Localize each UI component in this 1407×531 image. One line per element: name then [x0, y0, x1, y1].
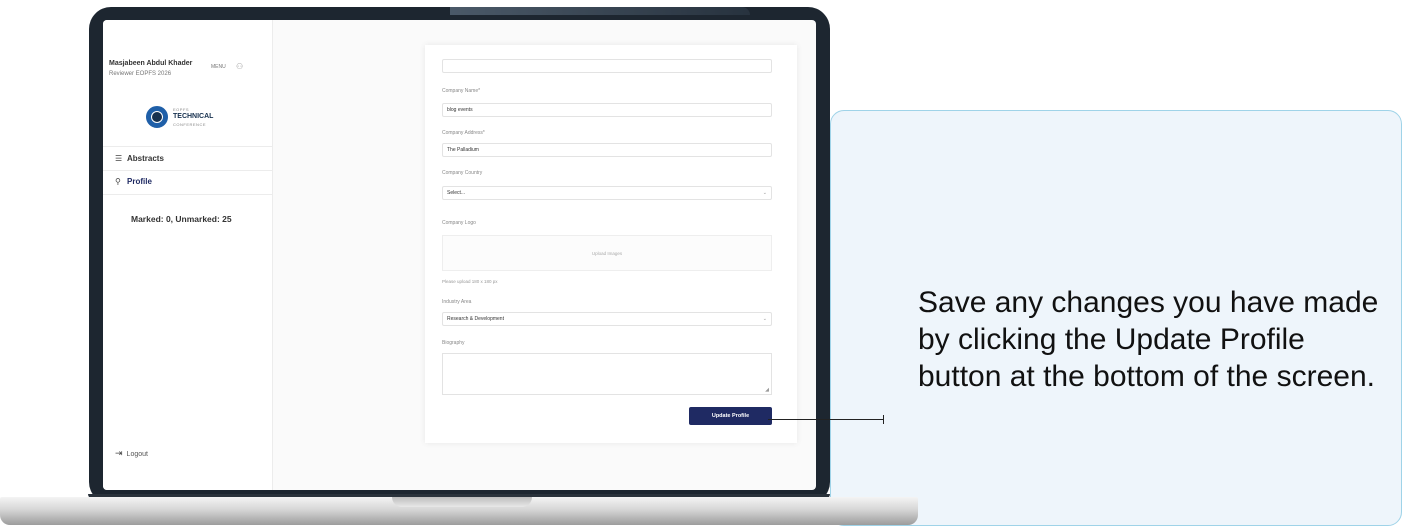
company-country-value: Select...: [447, 190, 466, 196]
biography-label: Biography: [442, 340, 465, 346]
company-logo-label: Company Logo: [442, 220, 476, 226]
sidebar-item-label: Abstracts: [127, 154, 164, 163]
logo-dot-icon: [152, 112, 162, 122]
profile-form-card: Company Name* blog events Company Addres…: [425, 45, 797, 443]
industry-area-value: Research & Development: [447, 316, 504, 322]
biography-textarea[interactable]: ◢: [442, 353, 772, 395]
laptop-screen: Masjabeen Abdul Khader Reviewer EOPFS 20…: [103, 20, 816, 490]
sidebar: Masjabeen Abdul Khader Reviewer EOPFS 20…: [103, 20, 273, 490]
logout-icon: ⇥: [115, 448, 123, 458]
previous-field[interactable]: [442, 59, 772, 73]
company-name-input[interactable]: blog events: [442, 103, 772, 117]
chevron-down-icon: ⌄: [762, 190, 767, 196]
laptop-notch: [392, 497, 532, 507]
nav-divider: [103, 170, 273, 171]
update-profile-button[interactable]: Update Profile: [689, 407, 772, 425]
conference-logo: EOPFS TECHNICAL CONFERENCE: [146, 104, 230, 130]
callout-connector-tick: [883, 415, 884, 424]
stage: Save any changes you have made by clicki…: [0, 0, 1407, 531]
callout-text: Save any changes you have made by clicki…: [918, 286, 1379, 393]
company-country-label: Company Country: [442, 170, 483, 176]
sidebar-item-label: Profile: [127, 177, 152, 186]
company-name-label: Company Name*: [442, 88, 481, 94]
nav-divider: [103, 194, 273, 195]
logo-line-2: TECHNICAL: [173, 113, 214, 120]
company-country-select[interactable]: Select... ⌄: [442, 186, 772, 200]
sidebar-item-profile[interactable]: ⚲ Profile: [115, 177, 152, 186]
company-logo-upload[interactable]: Upload Images: [442, 235, 772, 271]
callout-connector-line: [768, 419, 884, 420]
review-counter: Marked: 0, Unmarked: 25: [131, 214, 232, 224]
company-address-input[interactable]: The Palladium: [442, 143, 772, 157]
logout-button[interactable]: ⇥ Logout: [115, 448, 148, 459]
bezel-glare: [450, 7, 750, 15]
user-name: Masjabeen Abdul Khader: [109, 60, 193, 67]
list-icon: ☰: [115, 154, 123, 163]
industry-area-label: Industry Area: [442, 299, 472, 305]
logo-line-3: CONFERENCE: [173, 122, 207, 127]
logo-size-hint: Please upload 180 x 180 px: [442, 279, 498, 284]
chevron-down-icon: ⌄: [762, 316, 767, 322]
logo-line-1: EOPFS: [173, 107, 190, 112]
user-menu-button[interactable]: MENU: [211, 64, 226, 70]
industry-area-select[interactable]: Research & Development ⌄: [442, 312, 772, 326]
user-icon[interactable]: ⚇: [236, 62, 243, 71]
nav-divider: [103, 146, 273, 147]
resize-grip-icon[interactable]: ◢: [765, 387, 769, 393]
person-icon: ⚲: [115, 177, 121, 186]
sidebar-item-abstracts[interactable]: ☰ Abstracts: [115, 154, 164, 163]
logout-label: Logout: [126, 451, 148, 458]
company-address-label: Company Address*: [442, 130, 485, 136]
user-role: Reviewer EOPFS 2026: [109, 71, 172, 77]
